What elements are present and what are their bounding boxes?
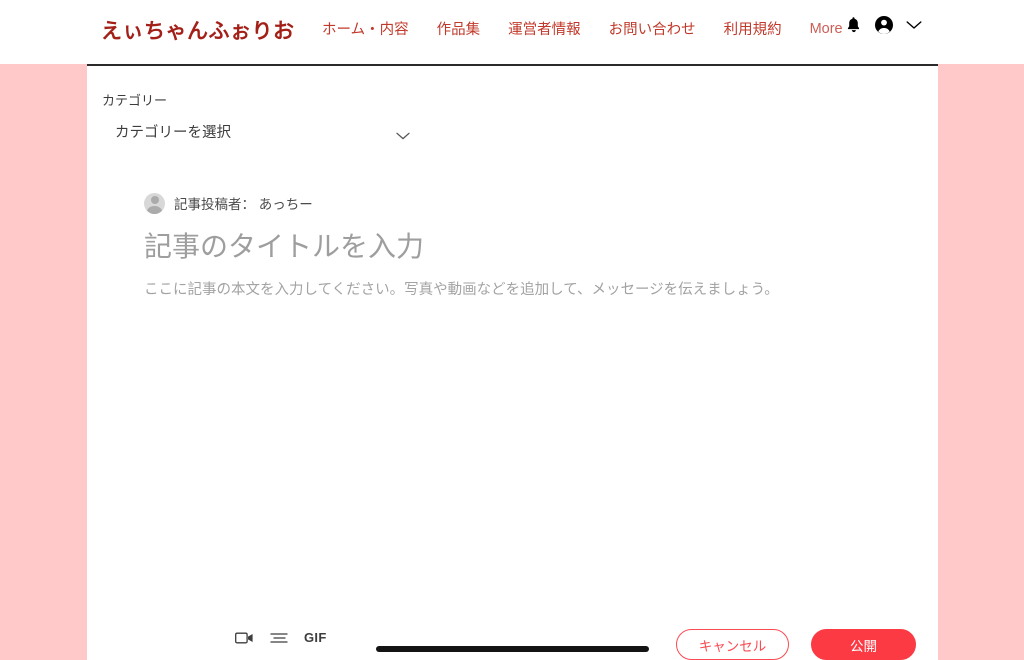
author-name: 記事投稿者： あっちー [174, 197, 313, 212]
article-editor: 記事投稿者： あっちー 記事のタイトルを入力 ここに記事の本文を入力してください… [144, 192, 884, 302]
divider-lines-icon[interactable] [270, 632, 288, 644]
nav-item-works[interactable]: 作品集 [437, 18, 481, 39]
chevron-down-icon [396, 127, 410, 140]
nav-item-contact[interactable]: お問い合わせ [609, 18, 696, 39]
gif-icon[interactable]: GIF [304, 630, 327, 645]
footer-actions: キャンセル 公開 [676, 629, 916, 660]
default-avatar-icon [144, 192, 165, 214]
cancel-button[interactable]: キャンセル [676, 629, 789, 660]
category-label: カテゴリー [102, 93, 168, 108]
site-header: えぃちゃんふぉりお ホーム・内容 作品集 運営者情報 お問い合わせ 利用規約 M… [0, 0, 1024, 64]
post-editor-panel: カテゴリー カテゴリーを選択 記事投稿者： あっちー 記事のタイトルを入力 ここ… [87, 64, 938, 660]
video-icon[interactable] [235, 631, 254, 645]
nav-item-more[interactable]: More [810, 21, 843, 37]
nav-item-home[interactable]: ホーム・内容 [322, 18, 409, 39]
horizontal-scrollbar[interactable] [376, 646, 649, 652]
bell-icon[interactable] [845, 16, 862, 34]
editor-toolbar: GIF [235, 630, 327, 645]
main-navigation: ホーム・内容 作品集 運営者情報 お問い合わせ 利用規約 More [322, 18, 843, 39]
publish-button[interactable]: 公開 [811, 629, 916, 660]
nav-item-terms[interactable]: 利用規約 [724, 18, 782, 39]
author-row: 記事投稿者： あっちー [144, 192, 884, 214]
site-logo[interactable]: えぃちゃんふぉりお [101, 15, 295, 45]
header-icon-group [845, 15, 922, 35]
nav-item-about[interactable]: 運営者情報 [508, 18, 581, 39]
category-select[interactable]: カテゴリーを選択 [102, 116, 420, 146]
account-avatar-icon[interactable] [874, 15, 894, 35]
chevron-down-icon[interactable] [906, 20, 922, 30]
category-select-value: カテゴリーを選択 [115, 124, 231, 141]
article-title-input[interactable]: 記事のタイトルを入力 [144, 229, 884, 265]
article-body-input[interactable]: ここに記事の本文を入力してください。写真や動画などを追加して、メッセージを伝えま… [144, 279, 884, 302]
